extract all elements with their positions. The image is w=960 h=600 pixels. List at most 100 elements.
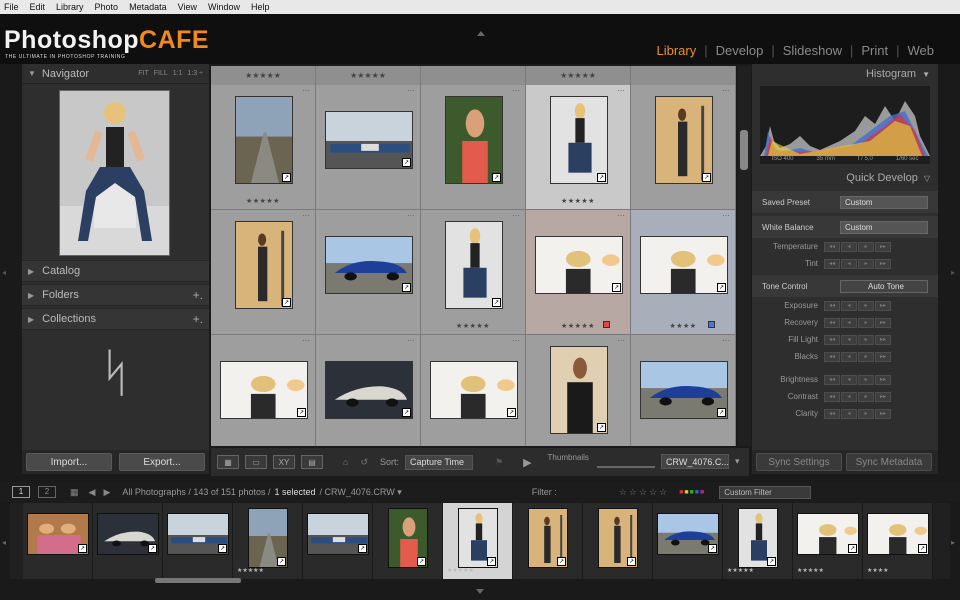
cell-options-icon[interactable]: ···	[407, 336, 415, 345]
cell-options-icon[interactable]: ···	[407, 211, 415, 220]
menu-edit[interactable]: Edit	[30, 2, 46, 12]
menu-library[interactable]: Library	[56, 2, 84, 12]
import-button[interactable]: Import...	[26, 453, 112, 471]
filmstrip-thumbnail[interactable]: ↗	[388, 508, 428, 568]
increase-icon[interactable]: ▸	[858, 374, 874, 385]
menu-window[interactable]: Window	[208, 2, 240, 12]
increase-icon[interactable]: ▸	[858, 408, 874, 419]
module-print[interactable]: Print	[861, 43, 888, 58]
filmstrip-item[interactable]: ↗	[93, 503, 163, 579]
increase-icon[interactable]: ▸	[858, 317, 874, 328]
grid-cell[interactable]: ··· ↗	[526, 335, 631, 446]
cell-options-icon[interactable]: ···	[617, 336, 625, 345]
compare-view-icon[interactable]: XY	[273, 455, 295, 469]
left-panel-toggle-icon[interactable]: ◂	[2, 268, 6, 277]
filmstrip-thumbnail[interactable]: ↗	[458, 508, 498, 568]
photo-thumbnail[interactable]: ↗	[535, 236, 623, 294]
photo-thumbnail[interactable]: ↗	[640, 236, 728, 294]
grid-scrollbar[interactable]	[738, 66, 751, 446]
increase-large-icon[interactable]: ▸▸	[875, 334, 891, 345]
increase-icon[interactable]: ▸	[858, 351, 874, 362]
filmstrip-item[interactable]: ↗	[303, 503, 373, 579]
nav-ratio[interactable]: 1:3 ÷	[187, 70, 203, 77]
menu-view[interactable]: View	[178, 2, 197, 12]
photo-thumbnail[interactable]: ↗	[430, 361, 518, 419]
filmstrip-thumbnail[interactable]: ↗	[528, 508, 568, 568]
increase-large-icon[interactable]: ▸▸	[875, 258, 891, 269]
panel-collections[interactable]: ▶ Collections +.	[22, 308, 209, 330]
decrease-large-icon[interactable]: ◂◂	[824, 374, 840, 385]
filmstrip-thumbnail[interactable]: ↗	[307, 513, 369, 555]
photo-thumbnail[interactable]: ↗	[640, 361, 728, 419]
photo-thumbnail[interactable]: ↗	[325, 236, 413, 294]
window-2-button[interactable]: 2	[38, 486, 56, 498]
nav-fill[interactable]: FILL	[154, 70, 168, 77]
filmstrip-item[interactable]: ↗	[373, 503, 443, 579]
menu-help[interactable]: Help	[251, 2, 270, 12]
increase-icon[interactable]: ▸	[858, 258, 874, 269]
bottom-panel-toggle-icon[interactable]	[476, 589, 484, 594]
filmstrip-item[interactable]: ↗	[513, 503, 583, 579]
increase-large-icon[interactable]: ▸▸	[875, 408, 891, 419]
decrease-icon[interactable]: ◂	[841, 300, 857, 311]
cell-options-icon[interactable]: ···	[722, 211, 730, 220]
cell-options-icon[interactable]: ···	[722, 86, 730, 95]
color-label-red[interactable]	[603, 321, 610, 328]
decrease-icon[interactable]: ◂	[841, 391, 857, 402]
window-1-button[interactable]: 1	[12, 486, 30, 498]
back-arrow-icon[interactable]: ◀	[89, 487, 96, 498]
filmstrip-item[interactable]: ↗	[163, 503, 233, 579]
forward-arrow-icon[interactable]: ▶	[103, 487, 110, 498]
module-develop[interactable]: Develop	[716, 43, 764, 58]
right-panel-toggle-icon[interactable]: ▸	[951, 268, 955, 277]
cell-rating[interactable]: ★★★★★	[526, 197, 630, 205]
survey-view-icon[interactable]: ▤	[301, 455, 323, 469]
decrease-icon[interactable]: ◂	[841, 258, 857, 269]
color-label-blue[interactable]	[708, 321, 715, 328]
photo-thumbnail[interactable]: ↗	[220, 361, 308, 419]
filmstrip-left-arrow-icon[interactable]: ◂	[2, 538, 6, 547]
cell-options-icon[interactable]: ···	[407, 86, 415, 95]
panel-catalog[interactable]: ▶ Catalog	[22, 260, 209, 282]
decrease-large-icon[interactable]: ◂◂	[824, 351, 840, 362]
grid-cell[interactable]: ··· ↗	[631, 85, 736, 210]
photo-thumbnail[interactable]: ↗	[445, 221, 503, 309]
cell-rating[interactable]	[631, 66, 736, 85]
menu-photo[interactable]: Photo	[95, 2, 119, 12]
decrease-icon[interactable]: ◂	[841, 241, 857, 252]
selected-file[interactable]: / CRW_4076.CRW ▾	[320, 487, 402, 498]
filmstrip-item[interactable]: ↗	[583, 503, 653, 579]
grid-cell[interactable]: ··· ↗ ★★★★★	[421, 210, 526, 335]
increase-large-icon[interactable]: ▸▸	[875, 317, 891, 328]
sync-metadata-button[interactable]: Sync Metadata	[846, 453, 932, 471]
photo-thumbnail[interactable]: ↗	[655, 96, 713, 184]
filename-select[interactable]: CRW_4076.C...	[661, 454, 729, 469]
painter-icon[interactable]: ⌂	[343, 457, 348, 467]
nav-1to1[interactable]: 1:1	[173, 70, 183, 77]
grid-cell[interactable]: ··· ↗	[631, 335, 736, 446]
grid-cell[interactable]: ··· ↗	[421, 335, 526, 446]
panel-folders[interactable]: ▶ Folders +.	[22, 284, 209, 306]
filmstrip-thumbnail[interactable]: ↗	[248, 508, 288, 568]
decrease-icon[interactable]: ◂	[841, 374, 857, 385]
decrease-large-icon[interactable]: ◂◂	[824, 241, 840, 252]
decrease-large-icon[interactable]: ◂◂	[824, 258, 840, 269]
photo-thumbnail[interactable]: ↗	[235, 221, 293, 309]
filmstrip-thumbnail[interactable]: ↗	[27, 513, 89, 555]
filmstrip-thumbnail[interactable]: ↗	[657, 513, 719, 555]
module-library[interactable]: Library	[656, 43, 696, 58]
cell-options-icon[interactable]: ···	[617, 86, 625, 95]
filmstrip-thumbnail[interactable]: ↗	[598, 508, 638, 568]
grid-cell[interactable]: ··· ↗	[316, 210, 421, 335]
saved-preset-select[interactable]: Custom	[840, 195, 928, 209]
grid-cell[interactable]: ··· ↗	[316, 335, 421, 446]
sync-settings-button[interactable]: Sync Settings	[756, 453, 842, 471]
filmstrip-scrollbar[interactable]	[155, 578, 241, 583]
decrease-large-icon[interactable]: ◂◂	[824, 317, 840, 328]
increase-icon[interactable]: ▸	[858, 300, 874, 311]
cell-options-icon[interactable]: ···	[722, 336, 730, 345]
decrease-large-icon[interactable]: ◂◂	[824, 334, 840, 345]
photo-thumbnail[interactable]: ↗	[550, 346, 608, 434]
photo-thumbnail[interactable]: ↗	[325, 361, 413, 419]
cell-rating[interactable]: ★★★★★	[421, 322, 525, 330]
